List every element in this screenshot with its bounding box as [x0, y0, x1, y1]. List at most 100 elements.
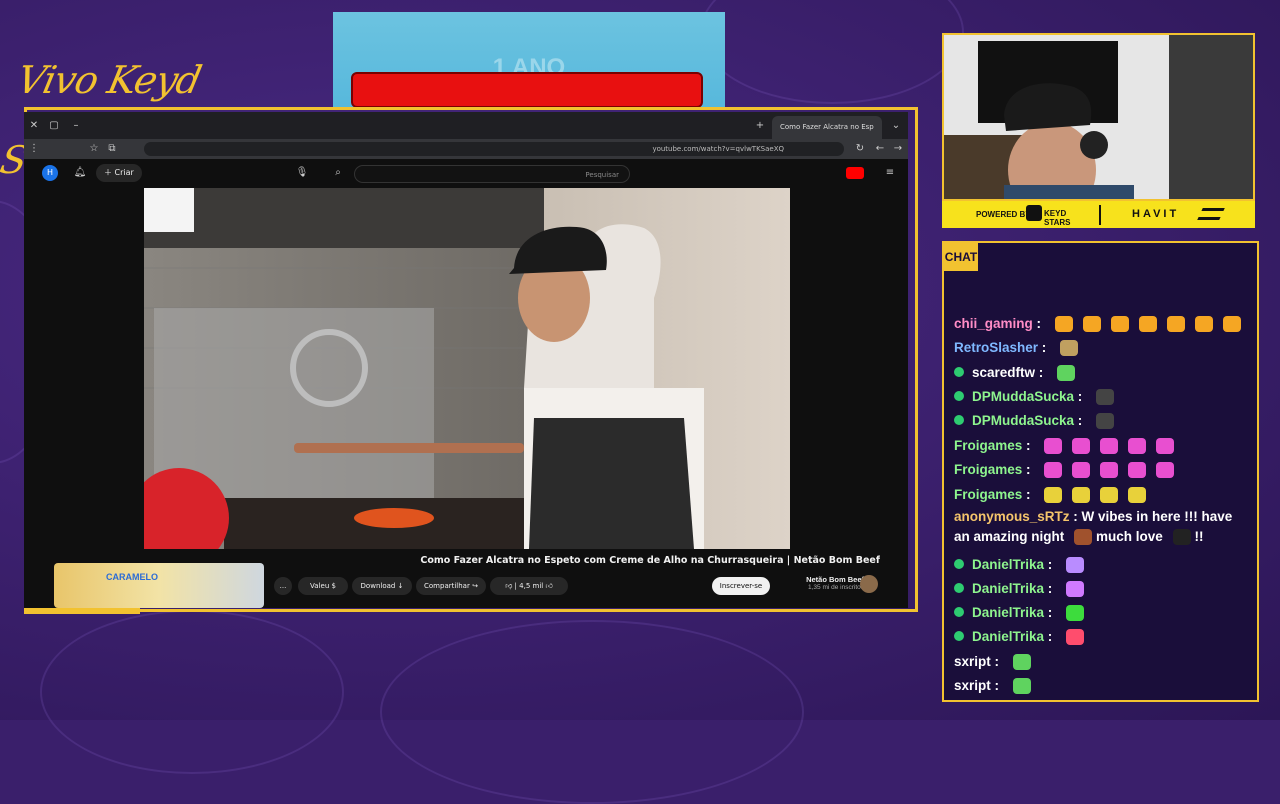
- chat-message: DanielTrika :: [954, 577, 1251, 601]
- verified-badge-icon: [954, 559, 964, 570]
- chat-message: scaredftw :: [954, 361, 1251, 385]
- notifications-bell-icon[interactable]: 🔔︎: [72, 165, 88, 181]
- chat-emote-icon: [1054, 316, 1073, 333]
- maximize-icon[interactable]: ▢: [46, 118, 62, 134]
- chat-separator: :: [1069, 509, 1082, 524]
- chat-username[interactable]: DPMuddaSucka: [972, 389, 1074, 404]
- tab-title: Como Fazer Alcatra no Esp: [780, 123, 874, 131]
- chat-text: !!: [1190, 529, 1204, 544]
- download-button[interactable]: Download ↓: [352, 577, 412, 595]
- new-tab-icon[interactable]: +: [752, 118, 768, 134]
- chat-username[interactable]: DanielTrika: [972, 605, 1044, 620]
- subscribe-button[interactable]: Inscrever-se: [712, 577, 770, 595]
- chat-username[interactable]: DanielTrika: [972, 557, 1044, 572]
- address-bar: ⋮ ☆ ⧉ youtube.com/watch?v=qvlwTKSaeXQ ↻ …: [24, 139, 908, 159]
- chat-message: DanielTrika :: [954, 601, 1251, 625]
- chat-username[interactable]: DanielTrika: [972, 629, 1044, 644]
- screenshot-icon[interactable]: ⧉: [104, 141, 120, 157]
- dislike-icon[interactable]: 👎︎: [505, 582, 512, 590]
- chat-username[interactable]: RetroSlasher: [954, 340, 1038, 355]
- chat-emote-icon: [1128, 487, 1147, 504]
- chat-header: CHAT: [944, 243, 978, 271]
- tab-active[interactable]: Como Fazer Alcatra no Esp: [772, 116, 882, 139]
- recommended-thumbnail[interactable]: CARAMELO: [54, 563, 264, 608]
- thanks-icon: $: [331, 582, 336, 590]
- more-actions-button[interactable]: ...: [274, 577, 292, 595]
- chat-username[interactable]: sxript: [954, 654, 991, 669]
- chat-message: DPMuddaSucka :: [954, 385, 1251, 409]
- chat-username[interactable]: anonymous_sRTz: [954, 509, 1070, 524]
- chat-message: Froigames :: [954, 434, 1251, 458]
- youtube-logo[interactable]: [824, 166, 864, 180]
- channel-avatar[interactable]: [860, 575, 878, 593]
- havit-logo-icon: [1197, 208, 1225, 220]
- webcam-feed: [942, 33, 1255, 201]
- chat-username[interactable]: scaredftw: [972, 365, 1035, 380]
- webcam-frame: [944, 35, 1253, 199]
- hamburger-menu-icon[interactable]: ≡: [882, 165, 898, 181]
- chat-separator: :: [1044, 605, 1057, 620]
- close-window-icon[interactable]: ✕: [26, 118, 42, 134]
- verified-badge-icon: [954, 391, 964, 402]
- chat-username[interactable]: chii_gaming: [954, 316, 1033, 331]
- avatar[interactable]: H: [42, 165, 58, 181]
- chat-message: DanielTrika :: [954, 625, 1251, 649]
- chat-emote-icon: [1110, 316, 1129, 333]
- chat-username[interactable]: Froigames: [954, 438, 1022, 453]
- chat-message: Froigames :: [954, 458, 1251, 482]
- thanks-button[interactable]: Valeu $: [298, 577, 348, 595]
- like-icon[interactable]: 👍︎: [545, 582, 552, 590]
- chat-username[interactable]: Froigames: [954, 487, 1022, 502]
- chat-emote-icon: [1138, 316, 1157, 333]
- create-button[interactable]: ＋ Criar: [96, 164, 142, 182]
- chat-username[interactable]: DanielTrika: [972, 581, 1044, 596]
- menu-dots-icon[interactable]: ⋮: [26, 141, 42, 157]
- video-info-panel: CARAMELO Como Fazer Alcatra no Espeto co…: [24, 549, 908, 608]
- channel-name[interactable]: Netão Bom Beef: [776, 575, 864, 584]
- chat-separator: :: [990, 678, 1003, 693]
- microphone-icon[interactable]: 🎙︎: [294, 165, 310, 181]
- chat-separator: :: [1022, 487, 1035, 502]
- chat-emote-icon: [1060, 340, 1079, 357]
- chat-username[interactable]: Froigames: [954, 462, 1022, 477]
- chat-text: much love: [1092, 529, 1163, 544]
- banner-red-bar: [351, 72, 703, 108]
- like-dislike-group[interactable]: 👎︎ | 4,5 mil 👍︎: [490, 577, 568, 595]
- verified-badge-icon: [954, 367, 964, 378]
- share-icon: ↪: [472, 582, 478, 590]
- share-button[interactable]: Compartilhar ↪: [416, 577, 486, 595]
- verified-badge-icon: [954, 415, 964, 426]
- chat-separator: :: [990, 654, 1003, 669]
- chat-emote-icon: [1172, 529, 1191, 546]
- chat-emote-icon: [1044, 438, 1063, 455]
- chat-emote-icon: [1156, 462, 1175, 479]
- video-player[interactable]: [144, 188, 790, 549]
- url-field[interactable]: youtube.com/watch?v=qvlwTKSaeXQ: [144, 142, 844, 156]
- minimize-icon[interactable]: –: [68, 118, 84, 134]
- chat-username[interactable]: sxript: [954, 678, 991, 693]
- bookmark-star-icon[interactable]: ☆: [86, 141, 102, 157]
- chat-message: RetroSlasher :: [954, 336, 1251, 360]
- share-label: Compartilhar: [424, 582, 470, 590]
- reload-icon[interactable]: ↻: [852, 141, 868, 157]
- search-input[interactable]: Pesquisar: [354, 165, 630, 183]
- chat-username[interactable]: DPMuddaSucka: [972, 413, 1074, 428]
- like-count: 4,5 mil: [519, 582, 544, 590]
- browser-window: ✕ ▢ – + Como Fazer Alcatra no Esp ⌄ ⋮ ☆ …: [24, 112, 908, 608]
- verified-badge-icon: [954, 631, 964, 642]
- chat-emote-icon: [1066, 629, 1085, 646]
- chat-emote-icon: [1128, 462, 1147, 479]
- chat-emote-icon: [1166, 316, 1185, 333]
- chat-separator: :: [1044, 629, 1057, 644]
- keyd-stars-logo-icon: [1026, 205, 1042, 221]
- chat-emote-icon: [1074, 529, 1093, 546]
- chat-message: DanielTrika :: [954, 553, 1251, 577]
- chevron-down-icon[interactable]: ⌄: [888, 118, 904, 134]
- forward-icon[interactable]: →: [890, 141, 906, 157]
- create-label: Criar: [114, 168, 134, 177]
- back-icon[interactable]: ←: [872, 141, 888, 157]
- search-icon[interactable]: ⌕: [330, 165, 346, 181]
- chat-emote-icon: [1066, 605, 1085, 622]
- chat-separator: :: [1044, 557, 1057, 572]
- top-banner: 1 ANO: [333, 12, 725, 108]
